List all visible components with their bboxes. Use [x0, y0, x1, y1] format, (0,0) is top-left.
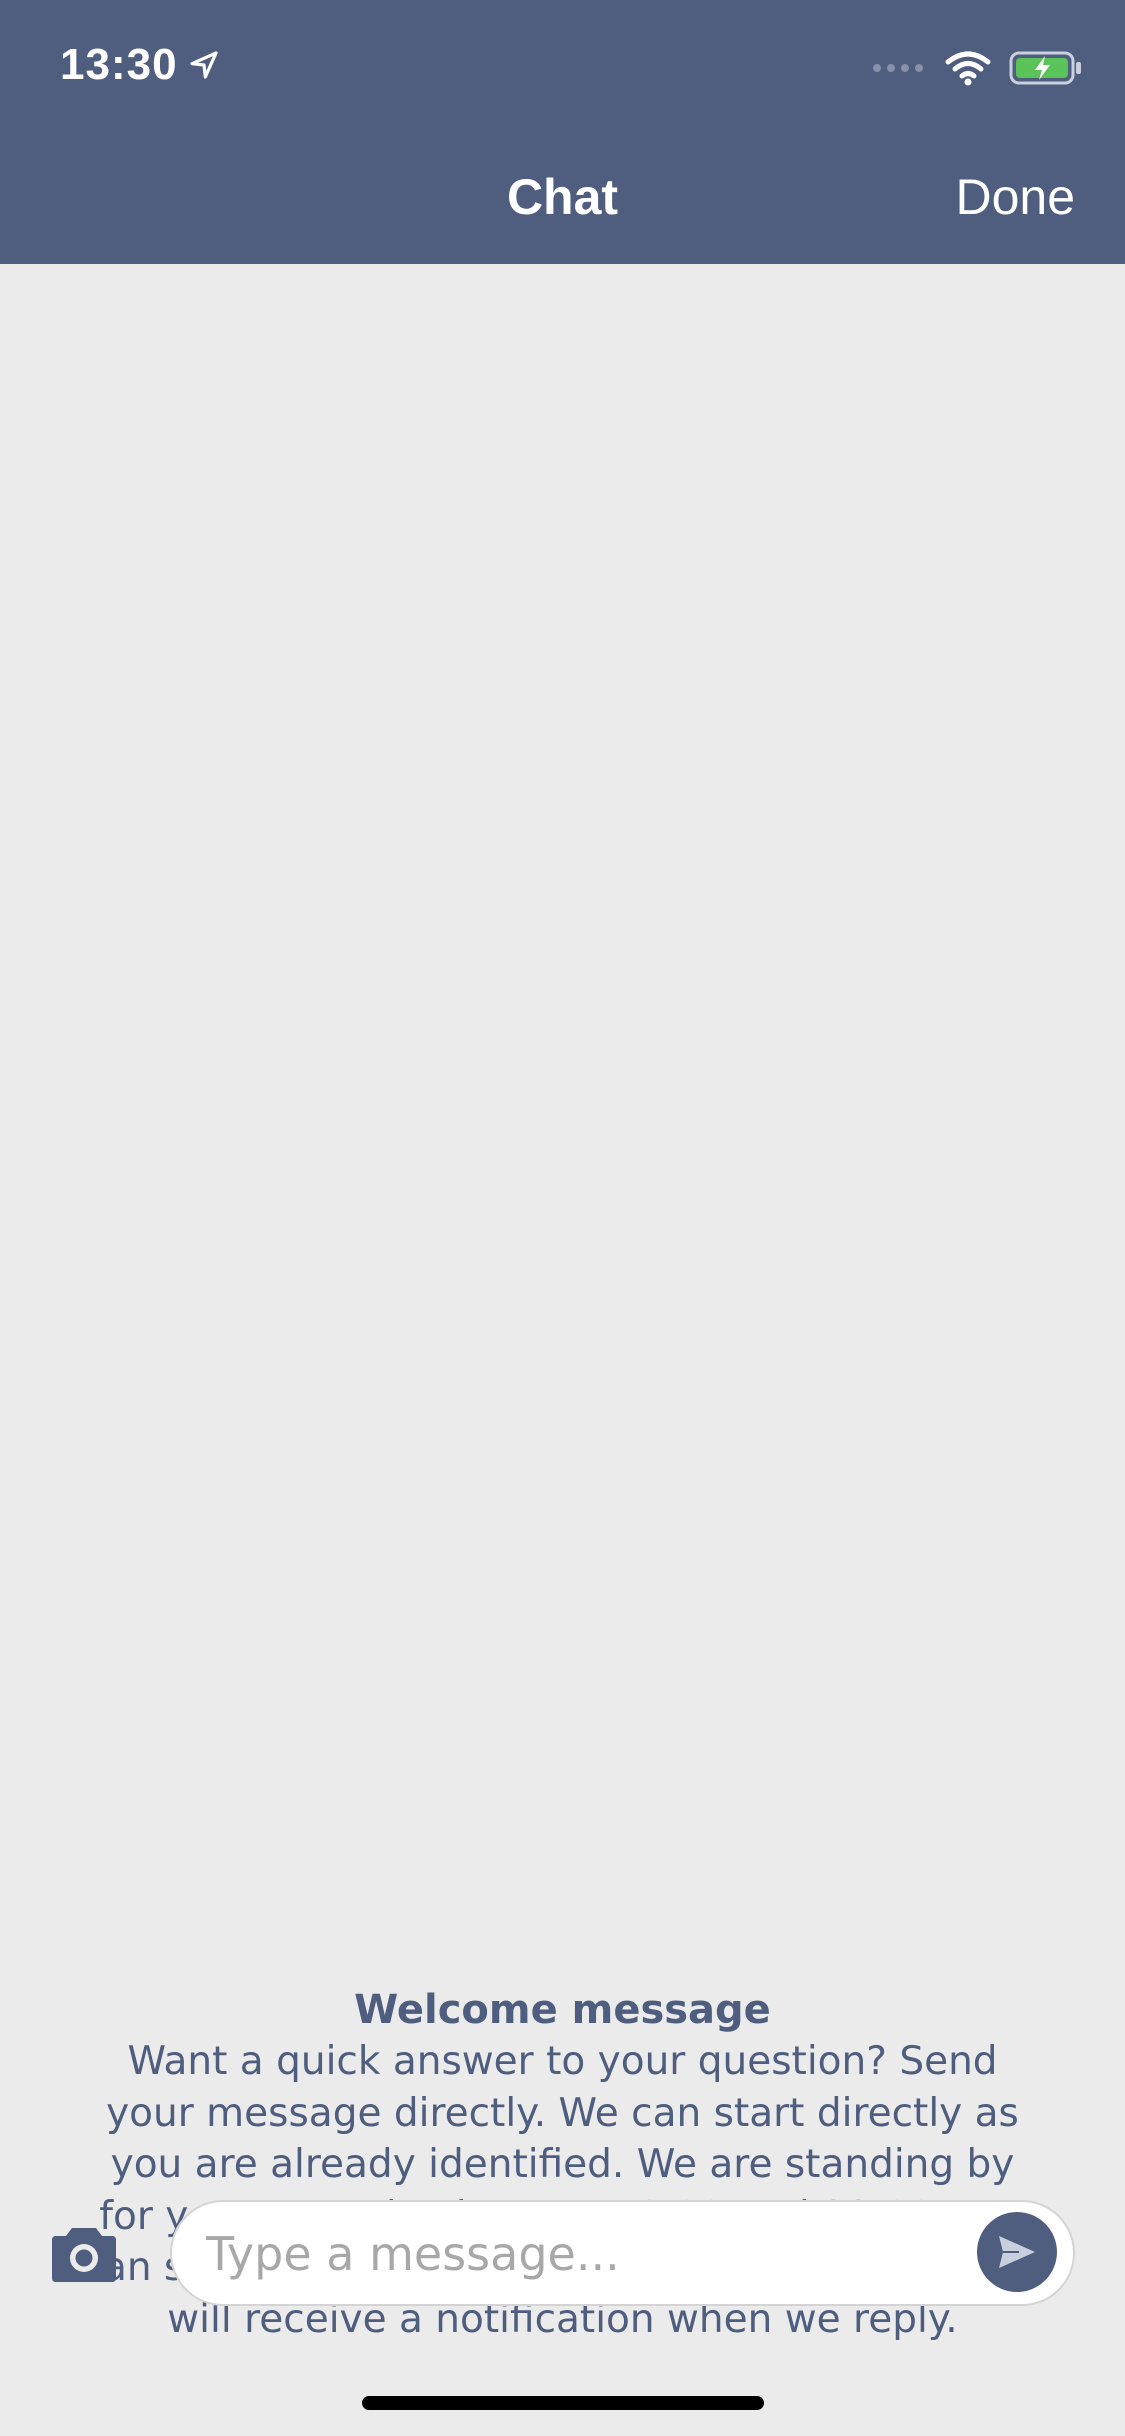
status-time: 13:30: [60, 40, 220, 90]
camera-icon: [52, 2228, 116, 2282]
status-icons: [871, 50, 1083, 86]
location-arrow-icon: [189, 51, 218, 79]
welcome-title: Welcome message: [354, 1987, 771, 2033]
message-composer: [0, 2200, 1125, 2310]
signal-dots-icon: [873, 64, 923, 72]
send-icon: [999, 2236, 1035, 2268]
battery-charging-icon: [1009, 51, 1081, 85]
done-button[interactable]: Done: [955, 168, 1075, 226]
send-button[interactable]: [977, 2212, 1057, 2292]
camera-button[interactable]: [50, 2224, 118, 2284]
top-bar: 13:30 Chat Done: [0, 0, 1125, 264]
status-time-label: 13:30: [60, 40, 178, 89]
message-input[interactable]: [204, 2220, 928, 2288]
home-indicator: [362, 2396, 764, 2410]
message-input-container: [170, 2200, 1075, 2306]
wifi-icon: [945, 51, 991, 86]
chat-message-area[interactable]: Welcome message Want a quick answer to y…: [0, 264, 1125, 2342]
